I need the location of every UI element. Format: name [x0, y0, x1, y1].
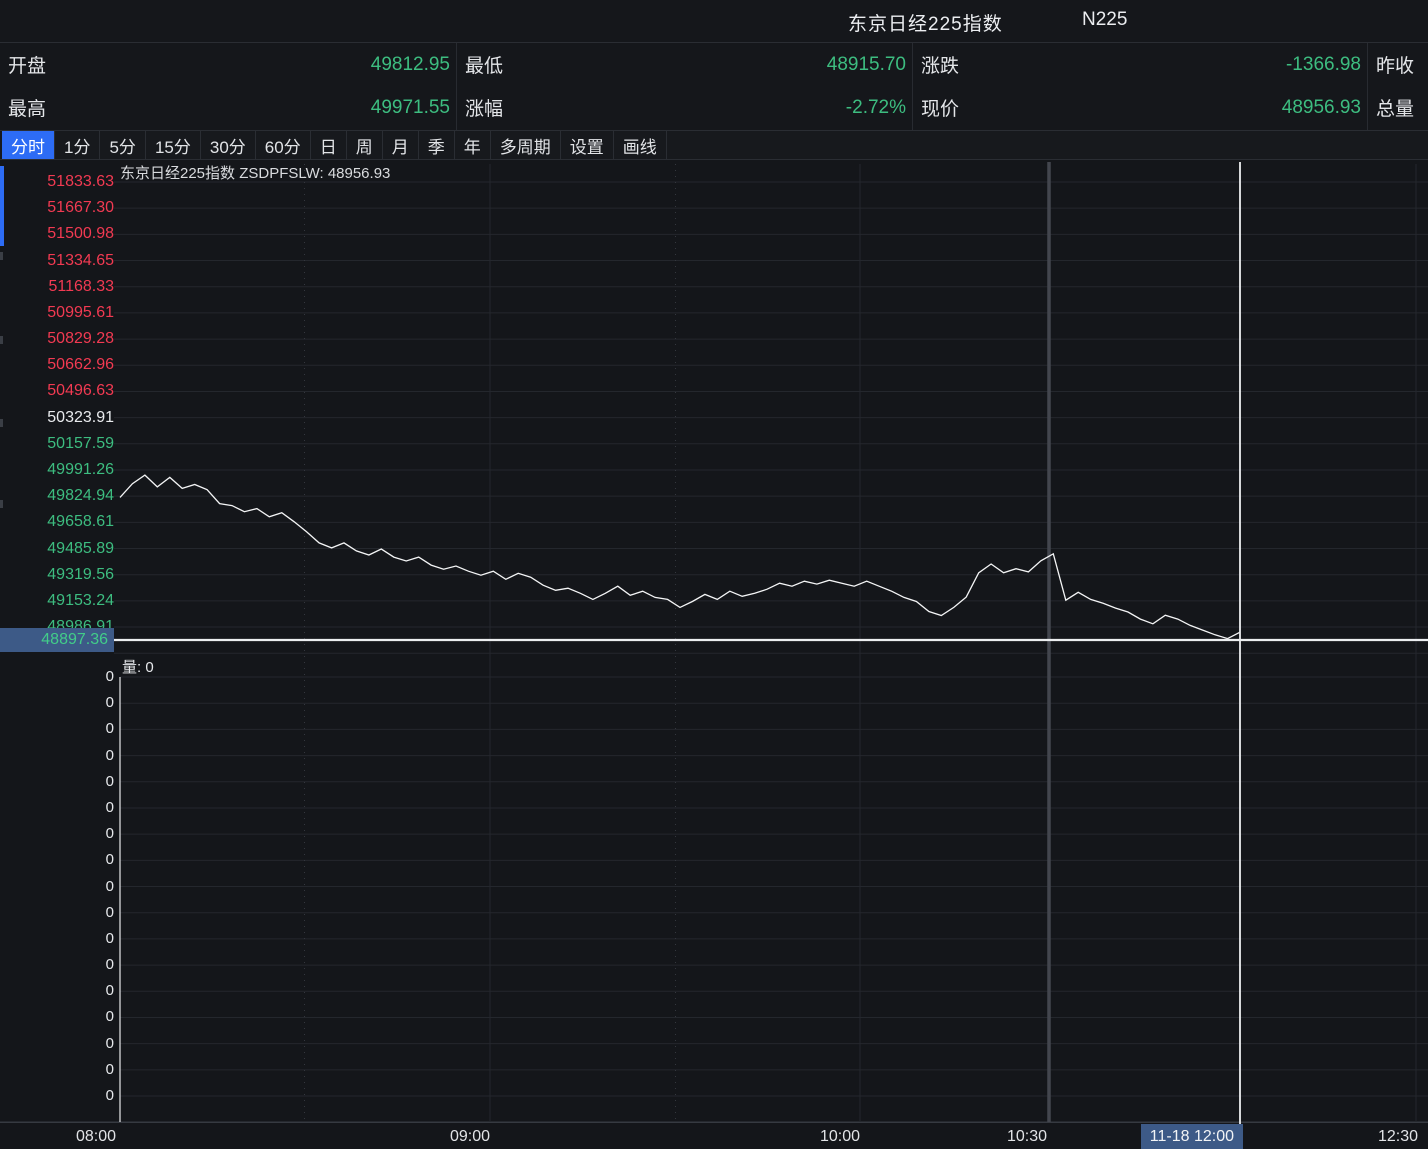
trading-app-window: 东京日经225指数 N225 开盘 49812.95 最高 49971.55 最低 489…: [0, 0, 1428, 1149]
tab-15分[interactable]: 15分: [146, 131, 201, 159]
price-axis-label: 51833.63: [8, 171, 114, 193]
quote-cell: 总量: [1368, 86, 1428, 129]
time-axis-label: 10:30: [957, 1125, 1047, 1149]
tab-5分[interactable]: 5分: [100, 131, 145, 159]
price-line: [120, 475, 1240, 638]
volume-axis-label: 0: [8, 981, 114, 1001]
tab-分时[interactable]: 分时: [2, 131, 55, 159]
quote-cell: 开盘 49812.95: [0, 43, 456, 86]
price-axis-label: 51667.30: [8, 197, 114, 219]
volume-axis-label: 0: [8, 877, 114, 897]
quote-value: -2.72%: [846, 97, 906, 119]
quote-info-bar: 开盘 49812.95 最高 49971.55 最低 48915.70 涨幅 -2.72% 涨跌…: [0, 43, 1428, 131]
quote-cell: 现价 48956.93: [913, 86, 1367, 129]
price-axis-label: 49991.26: [8, 459, 114, 481]
volume-axis-label: 0: [8, 1034, 114, 1054]
chart-canvas[interactable]: [0, 160, 1428, 1149]
chart-legend: 东京日经225指数 ZSDPFSLW: 48956.93: [120, 162, 390, 183]
crosshair-price-label: 48897.36: [0, 628, 114, 652]
price-axis-label: 49153.24: [8, 590, 114, 612]
price-axis-label: 51334.65: [8, 250, 114, 272]
price-axis-label: 49658.61: [8, 511, 114, 533]
quote-label: 昨收: [1376, 51, 1414, 78]
tab-季[interactable]: 季: [419, 131, 455, 159]
quote-cell: 涨幅 -2.72%: [457, 86, 912, 129]
quote-value: 49971.55: [371, 97, 450, 119]
volume-axis-label: 0: [8, 1086, 114, 1106]
quote-cell: 最高 49971.55: [0, 86, 456, 129]
quote-value: 49812.95: [371, 54, 450, 76]
quote-cell: 最低 48915.70: [457, 43, 912, 86]
volume-axis-label: 0: [8, 903, 114, 923]
left-scrollbar-tick: [0, 419, 3, 427]
price-axis-label: 50496.63: [8, 380, 114, 402]
volume-axis-label: 0: [8, 850, 114, 870]
tab-30分[interactable]: 30分: [201, 131, 256, 159]
quote-label: 最高: [8, 94, 46, 121]
price-axis-label: 50662.96: [8, 354, 114, 376]
volume-axis-label: 0: [8, 667, 114, 687]
instrument-title: 东京日经225指数: [848, 9, 1003, 36]
price-axis-label: 51500.98: [8, 223, 114, 245]
tab-60分[interactable]: 60分: [256, 131, 311, 159]
volume-axis-label: 0: [8, 955, 114, 975]
time-axis-label: 08:00: [26, 1125, 116, 1149]
tab-1分[interactable]: 1分: [55, 131, 100, 159]
crosshair-time-label: 11-18 12:00: [1141, 1124, 1243, 1149]
quote-label: 涨幅: [465, 94, 503, 121]
info-column-1: 最低 48915.70 涨幅 -2.72%: [456, 43, 912, 130]
info-column-0: 开盘 49812.95 最高 49971.55: [0, 43, 456, 130]
left-scrollbar-thumb[interactable]: [0, 166, 4, 246]
price-axis-label: 49485.89: [8, 538, 114, 560]
left-scrollbar-tick: [0, 336, 3, 344]
quote-label: 开盘: [8, 51, 46, 78]
tab-日[interactable]: 日: [311, 131, 347, 159]
time-axis-label: 10:00: [770, 1125, 860, 1149]
tab-画线[interactable]: 画线: [614, 131, 667, 159]
quote-label: 总量: [1376, 94, 1414, 121]
price-axis-label: 50323.91: [8, 407, 114, 429]
quote-cell: 昨收: [1368, 43, 1428, 86]
volume-axis-label: 0: [8, 1060, 114, 1080]
volume-axis-label: 0: [8, 719, 114, 739]
left-scrollbar-tick: [0, 252, 3, 260]
quote-label: 涨跌: [921, 51, 959, 78]
info-column-3: 昨收总量: [1367, 43, 1428, 130]
price-axis-label: 50157.59: [8, 433, 114, 455]
left-scrollbar-tick: [0, 500, 3, 508]
price-axis-label: 49824.94: [8, 485, 114, 507]
quote-label: 现价: [921, 94, 959, 121]
volume-axis-label: 0: [8, 746, 114, 766]
tab-月[interactable]: 月: [383, 131, 419, 159]
intraday-chart[interactable]: 东京日经225指数 ZSDPFSLW: 48956.93 51833.63 516…: [0, 160, 1428, 1149]
price-axis-label: 51168.33: [8, 276, 114, 298]
time-axis-label: 12:30: [1328, 1125, 1418, 1149]
period-tab-bar: 分时1分5分15分30分60分日周月季年多周期设置画线: [0, 131, 1428, 160]
info-column-2: 涨跌 -1366.98 现价 48956.93: [912, 43, 1367, 130]
tab-年[interactable]: 年: [455, 131, 491, 159]
volume-axis-label: 0: [8, 824, 114, 844]
price-axis-label: 49319.56: [8, 564, 114, 586]
volume-legend: 量: 0: [122, 656, 154, 677]
tab-设置[interactable]: 设置: [561, 131, 614, 159]
quote-value: 48956.93: [1282, 97, 1361, 119]
tab-多周期[interactable]: 多周期: [491, 131, 561, 159]
quote-value: 48915.70: [827, 54, 906, 76]
quote-label: 最低: [465, 51, 503, 78]
volume-axis-label: 0: [8, 798, 114, 818]
price-axis-label: 50995.61: [8, 302, 114, 324]
window-title-bar: 东京日经225指数 N225: [0, 0, 1428, 43]
price-axis-label: 50829.28: [8, 328, 114, 350]
quote-value: -1366.98: [1286, 54, 1361, 76]
time-axis-label: 09:00: [400, 1125, 490, 1149]
volume-axis-label: 0: [8, 772, 114, 792]
tab-周[interactable]: 周: [347, 131, 383, 159]
quote-cell: 涨跌 -1366.98: [913, 43, 1367, 86]
volume-axis-label: 0: [8, 1007, 114, 1027]
instrument-symbol: N225: [1082, 9, 1127, 31]
volume-axis-label: 0: [8, 693, 114, 713]
volume-axis-label: 0: [8, 929, 114, 949]
